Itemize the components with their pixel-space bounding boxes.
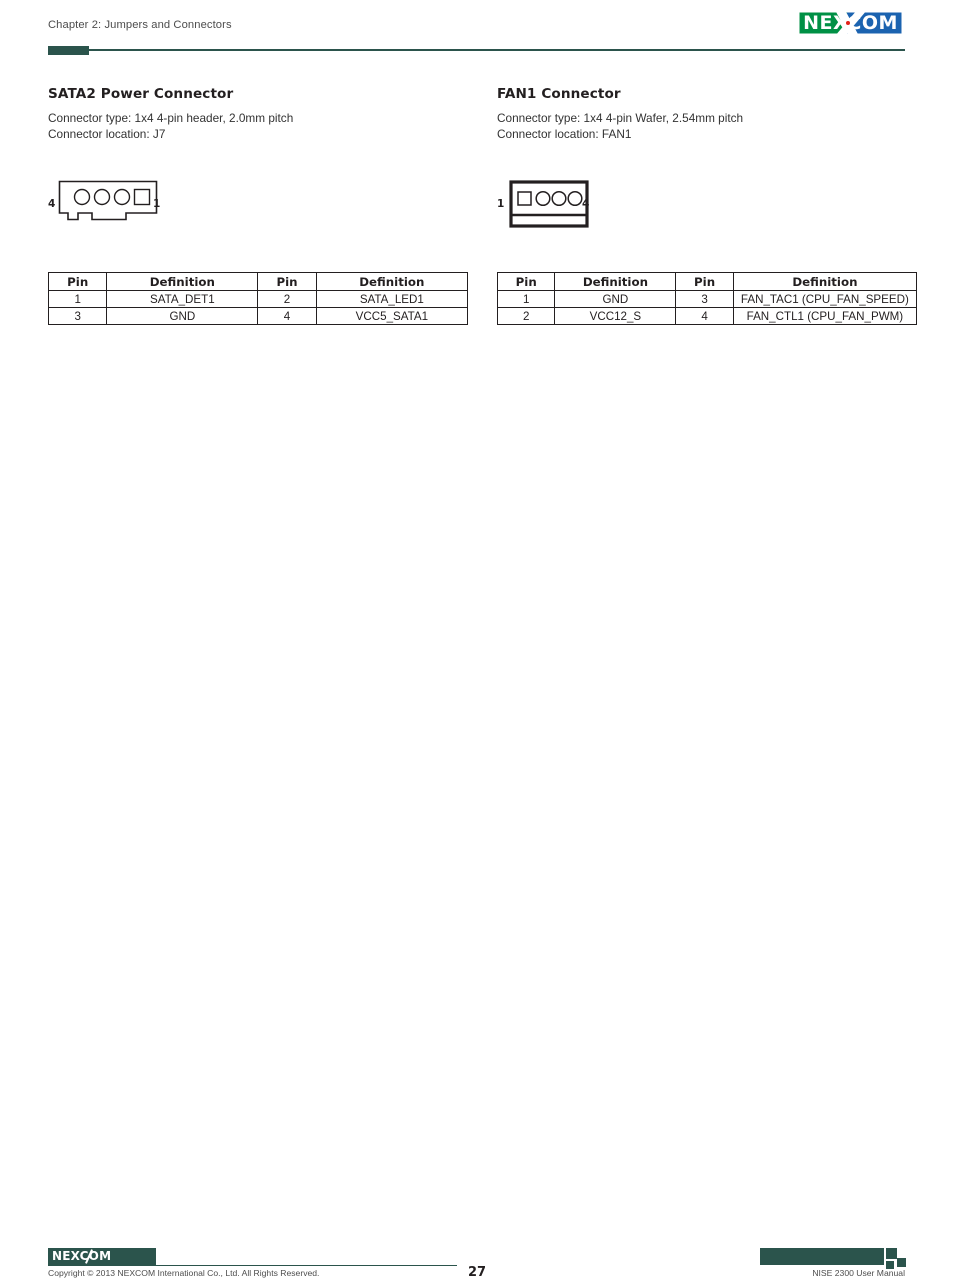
section-title-left: SATA2 Power Connector xyxy=(48,86,234,102)
cell-pin: 3 xyxy=(47,307,108,325)
manual-title: NISE 2300 User Manual xyxy=(812,1268,905,1278)
footer-logo-wordmark: NEXCOM xyxy=(52,1249,112,1263)
connector-shape-right xyxy=(509,180,589,228)
column-header-pin-2: Pin xyxy=(257,272,317,291)
page-header: Chapter 2: Jumpers and Connectors NEXCOM xyxy=(0,0,954,62)
section-fan1-connector: FAN1 Connector Connector type: 1x4 4-pin… xyxy=(496,86,918,325)
cell-pin: 3 xyxy=(675,290,734,308)
cell-pin: 1 xyxy=(47,290,108,308)
logo-wordmark: NEXCOM xyxy=(803,12,898,34)
table-row: 1 SATA_DET1 2 SATA_LED1 xyxy=(47,290,469,308)
pin-table-left: Pin Definition Pin Definition 1 SATA_DET… xyxy=(47,272,469,325)
table-row: 3 GND 4 VCC5_SATA1 xyxy=(47,307,469,325)
column-header-definition-2: Definition xyxy=(732,272,918,291)
pin-table-right: Pin Definition Pin Definition 1 GND 3 FA… xyxy=(496,272,918,325)
cell-definition: SATA_LED1 xyxy=(315,290,469,308)
table-header-row: Pin Definition Pin Definition xyxy=(47,272,469,291)
connector-shape-left xyxy=(58,180,158,221)
column-header-pin-1: Pin xyxy=(47,272,108,291)
header-accent-block xyxy=(48,46,89,55)
table-row: 1 GND 3 FAN_TAC1 (CPU_FAN_SPEED) xyxy=(496,290,918,308)
cell-definition: FAN_CTL1 (CPU_FAN_PWM) xyxy=(732,307,918,325)
footer-accent-bar xyxy=(760,1248,884,1265)
column-header-definition-2: Definition xyxy=(315,272,469,291)
column-header-definition-1: Definition xyxy=(554,272,677,291)
connector-diagram-right: 1 4 xyxy=(497,180,917,244)
pin-label-right-start: 1 xyxy=(497,198,505,210)
header-rule xyxy=(89,49,905,51)
cell-definition: GND xyxy=(106,307,259,325)
column-header-pin-2: Pin xyxy=(675,272,734,291)
section-title-right: FAN1 Connector xyxy=(497,86,621,102)
page-footer: NEXCOM Copyright © 2013 NEXCOM Internati… xyxy=(0,620,954,1280)
cell-pin: 4 xyxy=(257,307,317,325)
connector-type-left: Connector type: 1x4 4-pin header, 2.0mm … xyxy=(48,111,294,125)
footer-accent-square-large xyxy=(886,1248,897,1259)
cell-pin: 2 xyxy=(257,290,317,308)
connector-location-left: Connector location: J7 xyxy=(48,127,166,141)
connector-diagram-left: 4 1 xyxy=(48,180,468,244)
pin-label-right-end: 4 xyxy=(582,198,590,210)
cell-pin: 4 xyxy=(675,307,734,325)
cell-definition: VCC5_SATA1 xyxy=(315,307,469,325)
column-header-definition-1: Definition xyxy=(106,272,259,291)
footer-accent-square-medium xyxy=(897,1258,906,1267)
cell-pin: 1 xyxy=(496,290,556,308)
connector-location-right: Connector location: FAN1 xyxy=(497,127,632,141)
cell-definition: FAN_TAC1 (CPU_FAN_SPEED) xyxy=(732,290,918,308)
connector-type-right: Connector type: 1x4 4-pin Wafer, 2.54mm … xyxy=(497,111,744,125)
table-header-row: Pin Definition Pin Definition xyxy=(496,272,918,291)
section-sata2-power-connector: SATA2 Power Connector Connector type: 1x… xyxy=(47,86,469,325)
column-header-pin-1: Pin xyxy=(496,272,556,291)
logo-red-dot-icon xyxy=(846,21,850,25)
pin-label-left-end: 1 xyxy=(153,198,161,210)
table-row: 2 VCC12_S 4 FAN_CTL1 (CPU_FAN_PWM) xyxy=(496,307,918,325)
cell-definition: GND xyxy=(554,290,677,308)
page-number: 27 xyxy=(467,1265,487,1280)
footer-rule xyxy=(48,1265,457,1266)
cell-definition: VCC12_S xyxy=(554,307,677,325)
nexcom-logo: NEXCOM xyxy=(797,10,904,36)
pin-label-left-start: 4 xyxy=(48,198,56,210)
footer-nexcom-logo: NEXCOM xyxy=(48,1248,156,1265)
copyright-notice: Copyright © 2013 NEXCOM International Co… xyxy=(48,1268,320,1278)
cell-pin: 2 xyxy=(496,307,556,325)
chapter-breadcrumb: Chapter 2: Jumpers and Connectors xyxy=(48,19,232,31)
cell-definition: SATA_DET1 xyxy=(106,290,259,308)
